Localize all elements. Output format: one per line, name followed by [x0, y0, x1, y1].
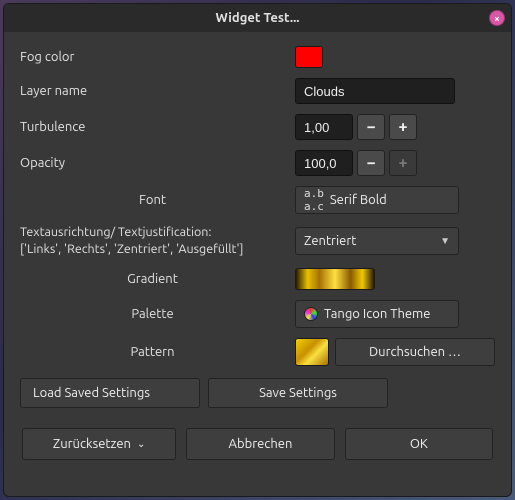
turbulence-plus-button[interactable]: +: [389, 114, 417, 140]
font-picker-button[interactable]: a.ba.c Serif Bold: [295, 186, 459, 214]
opacity-minus-button[interactable]: −: [357, 150, 385, 176]
opacity-stepper: − +: [295, 150, 495, 176]
minus-icon: −: [366, 154, 375, 172]
dialog-window: Widget Test... × Fog color Layer name Tu…: [3, 3, 512, 497]
layer-name-input[interactable]: [295, 78, 455, 104]
titlebar: Widget Test... ×: [4, 4, 511, 32]
load-saved-settings-button[interactable]: Load Saved Settings: [20, 378, 200, 408]
palette-icon: [304, 307, 318, 321]
justification-value: Zentriert: [304, 234, 356, 248]
palette-picker-button[interactable]: Tango Icon Theme: [295, 300, 459, 328]
font-label: Font: [20, 193, 285, 207]
turbulence-label: Turbulence: [20, 120, 285, 134]
ok-button[interactable]: OK: [345, 428, 493, 460]
gradient-label: Gradient: [20, 272, 285, 286]
turbulence-stepper: − +: [295, 114, 495, 140]
chevron-down-icon: ⌄: [137, 438, 145, 450]
fog-color-swatch[interactable]: [295, 46, 323, 68]
turbulence-input[interactable]: [295, 114, 353, 140]
pattern-swatch[interactable]: [295, 338, 329, 366]
palette-value: Tango Icon Theme: [324, 307, 430, 321]
font-value: Serif Bold: [330, 193, 387, 207]
dropdown-icon: ▼: [440, 235, 450, 247]
cancel-button[interactable]: Abbrechen: [186, 428, 334, 460]
opacity-input[interactable]: [295, 150, 353, 176]
plus-icon: +: [398, 118, 407, 136]
opacity-label: Opacity: [20, 156, 285, 170]
plus-icon: +: [398, 154, 407, 172]
justification-label: Textausrichtung/ Textjustification: ['Li…: [20, 224, 285, 258]
reset-button[interactable]: Zurücksetzen ⌄: [22, 428, 176, 460]
pattern-label: Pattern: [20, 345, 285, 359]
font-sample-icon: a.ba.c: [304, 187, 324, 213]
fog-color-label: Fog color: [20, 50, 285, 64]
gradient-swatch[interactable]: [295, 268, 375, 290]
close-icon[interactable]: ×: [489, 10, 505, 26]
palette-label: Palette: [20, 307, 285, 321]
minus-icon: −: [366, 118, 375, 136]
pattern-browse-button[interactable]: Durchsuchen …: [335, 338, 495, 366]
window-title: Widget Test...: [216, 11, 300, 25]
layer-name-label: Layer name: [20, 84, 285, 98]
save-settings-button[interactable]: Save Settings: [208, 378, 388, 408]
turbulence-minus-button[interactable]: −: [357, 114, 385, 140]
form-area: Fog color Layer name Turbulence − + Opac…: [4, 32, 511, 420]
dialog-footer: Zurücksetzen ⌄ Abbrechen OK: [4, 420, 511, 474]
opacity-plus-button[interactable]: +: [389, 150, 417, 176]
justification-select[interactable]: Zentriert ▼: [295, 227, 459, 255]
